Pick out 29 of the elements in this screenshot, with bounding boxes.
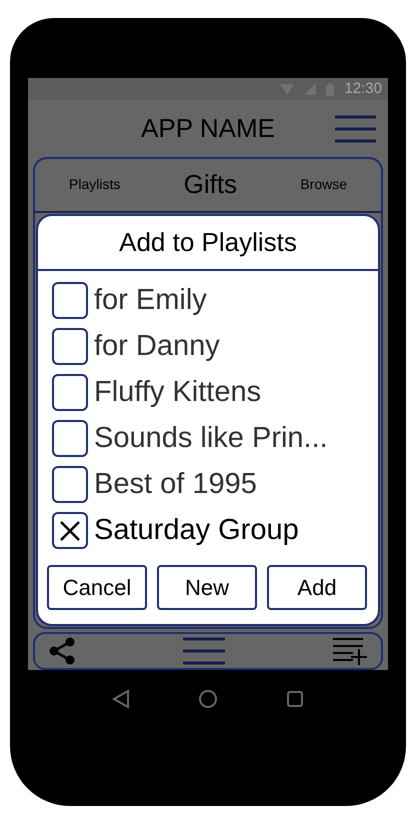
checkbox[interactable] [52, 512, 88, 550]
dialog-button[interactable]: Cancel [47, 564, 147, 610]
checkbox[interactable] [52, 328, 88, 366]
dialog-button[interactable]: New [157, 564, 257, 610]
app-title: APP NAME [141, 112, 275, 145]
playlists-tab[interactable]: Playlists [69, 174, 120, 196]
dialog-button[interactable]: Add [267, 564, 367, 610]
dialog-title: Add to Playlists [119, 226, 297, 259]
recents-icon[interactable] [286, 690, 304, 708]
status-time: 12:30 [344, 78, 382, 99]
home-icon[interactable] [198, 689, 218, 709]
playlist-label: Saturday Group [94, 513, 299, 548]
playlist-label: Sounds like Prin... [94, 421, 328, 456]
playlist-label: for Emily [94, 283, 207, 318]
playlist-label: for Danny [94, 329, 220, 364]
playlist-add-icon[interactable] [333, 637, 367, 666]
menu-icon[interactable] [335, 114, 376, 144]
browse-tab[interactable]: Browse [300, 174, 347, 196]
checkbox[interactable] [52, 282, 88, 320]
playlist-label: Fluffy Kittens [94, 375, 262, 410]
back-icon[interactable] [112, 689, 130, 709]
list-icon[interactable] [183, 636, 225, 666]
page-title: Gifts [184, 168, 238, 202]
share-icon[interactable] [49, 637, 75, 666]
cross-icon [59, 520, 81, 542]
checkbox[interactable] [52, 466, 88, 504]
checkbox[interactable] [52, 374, 88, 412]
checkbox[interactable] [52, 420, 88, 458]
playlist-label: Best of 1995 [94, 467, 257, 502]
